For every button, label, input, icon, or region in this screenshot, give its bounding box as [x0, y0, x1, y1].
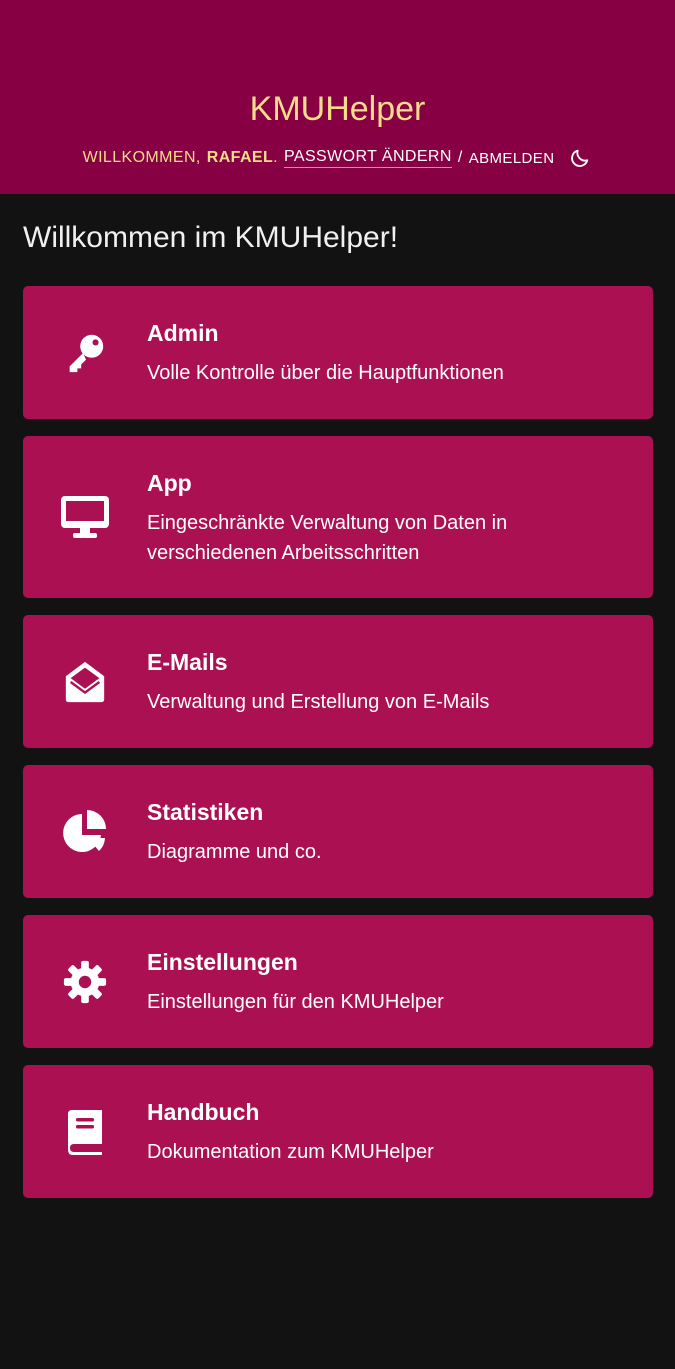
card-description: Volle Kontrolle über die Hauptfunktionen: [147, 362, 504, 384]
card-title: Einstellungen: [147, 949, 298, 975]
page-title: Willkommen im KMUHelper!: [23, 221, 399, 254]
card-emails[interactable]: E-Mails Verwaltung und Erstellung von E-…: [23, 615, 653, 748]
separator: /: [457, 149, 463, 166]
card-description: Dokumentation zum KMUHelper: [147, 1141, 434, 1163]
card-handbook[interactable]: Handbuch Dokumentation zum KMUHelper: [23, 1065, 653, 1198]
book-icon: [59, 1106, 111, 1158]
card-title: Handbuch: [147, 1099, 260, 1125]
site-brand[interactable]: KMUHelper: [0, 88, 675, 130]
card-description: Eingeschränkte Verwaltung von Daten in v…: [147, 512, 508, 564]
gear-icon: [59, 956, 111, 1008]
module-list: Admin Volle Kontrolle über die Hauptfunk…: [23, 286, 653, 1215]
envelope-open-icon: [59, 656, 111, 708]
card-admin[interactable]: Admin Volle Kontrolle über die Hauptfunk…: [23, 286, 653, 419]
card-title: Statistiken: [147, 799, 264, 825]
pie-chart-icon: [59, 806, 111, 858]
change-password-link[interactable]: Passwort ändern: [284, 148, 452, 168]
welcome-suffix: .: [273, 149, 279, 166]
welcome-text: Willkommen,: [82, 149, 201, 166]
card-title: App: [147, 470, 192, 496]
moon-icon: [571, 149, 589, 167]
username: Rafael: [206, 149, 274, 166]
theme-toggle-button[interactable]: [568, 146, 592, 170]
card-description: Diagramme und co.: [147, 841, 322, 863]
card-settings[interactable]: Einstellungen Einstellungen für den KMUH…: [23, 915, 653, 1048]
card-title: Admin: [147, 320, 219, 346]
site-header: KMUHelper Willkommen, Rafael . Passwort …: [0, 0, 675, 194]
card-title: E-Mails: [147, 649, 228, 675]
key-icon: [59, 327, 111, 379]
desktop-icon: [59, 491, 111, 543]
logout-link[interactable]: Abmelden: [469, 150, 555, 167]
user-tools: Willkommen, Rafael . Passwort ändern / A…: [0, 146, 675, 170]
card-description: Einstellungen für den KMUHelper: [147, 991, 444, 1013]
card-description: Verwaltung und Erstellung von E-Mails: [147, 691, 490, 713]
card-app[interactable]: App Eingeschränkte Verwaltung von Daten …: [23, 436, 653, 598]
card-statistics[interactable]: Statistiken Diagramme und co.: [23, 765, 653, 898]
